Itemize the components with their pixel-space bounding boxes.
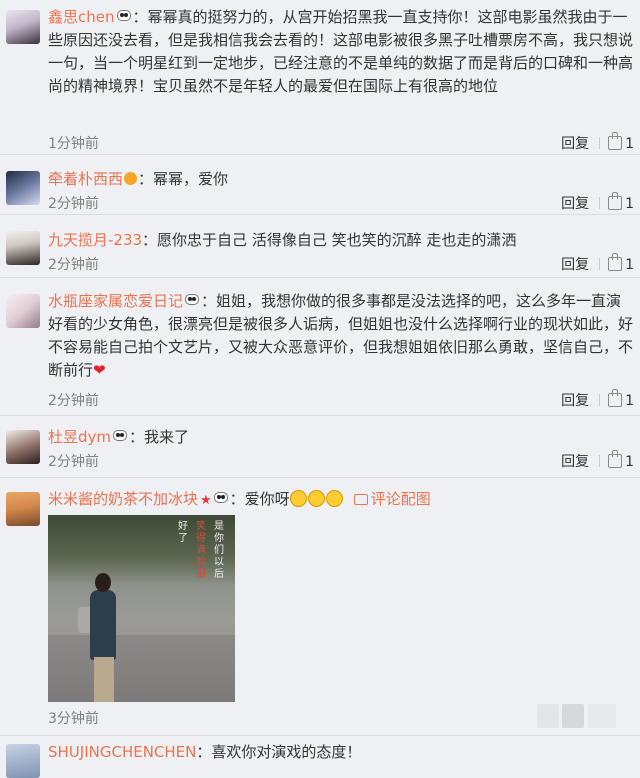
comment-image-link[interactable]: 评论配图 bbox=[353, 490, 431, 508]
image-icon bbox=[353, 494, 368, 505]
comment-text: ：我来了 bbox=[129, 428, 190, 446]
panda-emoji-icon bbox=[213, 492, 228, 503]
comment-body: 水瓶座家属恋爱日记 ：姐姐，我想你做的很多事都是没法选择的吧，这么多年一直演好看的… bbox=[48, 290, 634, 382]
action-divider bbox=[599, 394, 601, 406]
comment-time: 2分钟前 bbox=[48, 454, 99, 470]
username-link[interactable]: 九天揽月-233 bbox=[48, 231, 142, 249]
comment-text: ：爱你呀 bbox=[229, 490, 290, 508]
comment-actions: 回复 1 bbox=[561, 389, 634, 410]
username-link[interactable]: 牵着朴西西 bbox=[48, 170, 123, 188]
photo-figure bbox=[90, 590, 116, 660]
avatar[interactable] bbox=[6, 294, 40, 328]
photo-figure-legs bbox=[94, 657, 114, 702]
reply-button[interactable]: 回复 bbox=[561, 136, 589, 152]
comment-text: ：愿你忠于自己 活得像自己 笑也笑的沉醉 走也走的潇洒 bbox=[142, 231, 517, 249]
comment-time: 2分钟前 bbox=[48, 196, 99, 212]
panda-emoji-icon bbox=[116, 10, 131, 21]
like-count[interactable]: 1 bbox=[625, 136, 634, 152]
comment-body: SHUJINGCHENCHEN：喜欢你对演戏的态度！ bbox=[48, 741, 634, 764]
thumbs-up-icon[interactable] bbox=[608, 132, 623, 150]
smile-emoji-icon bbox=[289, 490, 307, 507]
comment-body: 杜昱dym ：我来了 bbox=[48, 426, 634, 449]
comment-item: 水瓶座家属恋爱日记 ：姐姐，我想你做的很多事都是没法选择的吧，这么多年一直演好看的… bbox=[0, 278, 640, 416]
like-count[interactable]: 1 bbox=[625, 196, 634, 212]
comment-body: 米米酱的奶茶不加冰块 ★ ：爱你呀 评论配图 bbox=[48, 488, 634, 512]
comment-item: SHUJINGCHENCHEN：喜欢你对演戏的态度！ bbox=[0, 736, 640, 778]
comment-item: 鑫思chen ：幂幂真的挺努力的，从宫开始招黑我一直支持你！这部电影虽然我由于一些… bbox=[0, 0, 640, 155]
comment-actions: 回复 1 bbox=[561, 192, 634, 213]
comment-time: 2分钟前 bbox=[48, 393, 99, 409]
action-divider bbox=[599, 455, 601, 467]
comment-time: 3分钟前 bbox=[48, 711, 99, 727]
smile-emoji-icon bbox=[307, 490, 325, 507]
comment-body: 鑫思chen ：幂幂真的挺努力的，从宫开始招黑我一直支持你！这部电影虽然我由于一些… bbox=[48, 6, 634, 98]
poster-text: 笑得满脸泪 bbox=[196, 521, 206, 580]
comment-actions: 回复 1 bbox=[561, 253, 634, 274]
comment-body: 牵着朴西西 ：幂幂，爱你 bbox=[48, 168, 634, 191]
thumbs-up-icon[interactable] bbox=[608, 253, 623, 271]
avatar[interactable] bbox=[6, 171, 40, 205]
avatar[interactable] bbox=[6, 492, 40, 526]
comment-time: 1分钟前 bbox=[48, 136, 99, 152]
comment-time: 2分钟前 bbox=[48, 257, 99, 273]
comment-actions: 回复 1 bbox=[561, 132, 634, 153]
panda-emoji-icon bbox=[185, 294, 200, 305]
blurred-region bbox=[588, 704, 616, 728]
avatar[interactable] bbox=[6, 231, 40, 265]
username-link[interactable]: 水瓶座家属恋爱日记 bbox=[48, 292, 183, 310]
like-count[interactable]: 1 bbox=[625, 393, 634, 409]
username-link[interactable]: SHUJINGCHENCHEN bbox=[48, 743, 196, 761]
thumbs-up-icon[interactable] bbox=[608, 192, 623, 210]
reply-button[interactable]: 回复 bbox=[561, 196, 589, 212]
photo-figure-head bbox=[95, 573, 111, 592]
action-divider bbox=[599, 258, 601, 270]
blurred-region bbox=[537, 704, 559, 728]
poster-text: 是你们以后 bbox=[214, 521, 224, 580]
panda-emoji-icon bbox=[113, 430, 128, 441]
like-count[interactable]: 1 bbox=[625, 454, 634, 470]
smile-emoji-icon bbox=[325, 490, 343, 507]
avatar[interactable] bbox=[6, 430, 40, 464]
photo-road bbox=[48, 635, 235, 702]
action-divider bbox=[599, 197, 601, 209]
like-count[interactable]: 1 bbox=[625, 257, 634, 273]
reply-button[interactable]: 回复 bbox=[561, 257, 589, 273]
vip-badge-icon bbox=[124, 172, 138, 185]
comment-list: 鑫思chen ：幂幂真的挺努力的，从宫开始招黑我一直支持你！这部电影虽然我由于一些… bbox=[0, 0, 640, 778]
comment-text: ：幂幂，爱你 bbox=[138, 170, 229, 188]
comment-item: 九天揽月-233：愿你忠于自己 活得像自己 笑也笑的沉醉 走也走的潇洒 2分钟前… bbox=[0, 215, 640, 278]
username-link[interactable]: 杜昱dym bbox=[48, 428, 111, 446]
blurred-region bbox=[562, 704, 584, 728]
username-link[interactable]: 米米酱的奶茶不加冰块 bbox=[48, 490, 198, 508]
avatar[interactable] bbox=[6, 744, 40, 778]
comment-text: ：喜欢你对演戏的态度！ bbox=[196, 743, 362, 761]
comment-actions: 回复 1 bbox=[561, 450, 634, 471]
heart-icon: ❤ bbox=[93, 361, 106, 379]
action-divider bbox=[599, 137, 601, 149]
comment-image-thumbnail[interactable]: 好了 笑得满脸泪 是你们以后 bbox=[48, 515, 235, 702]
avatar[interactable] bbox=[6, 10, 40, 44]
star-badge-icon: ★ bbox=[200, 493, 212, 508]
thumbs-up-icon[interactable] bbox=[608, 450, 623, 468]
thumbs-up-icon[interactable] bbox=[608, 389, 623, 407]
comment-item: 杜昱dym ：我来了 2分钟前 回复 1 bbox=[0, 416, 640, 478]
username-link[interactable]: 鑫思chen bbox=[48, 8, 115, 26]
comment-text: ：幂幂真的挺努力的，从宫开始招黑我一直支持你！这部电影虽然我由于一些原因还没去看… bbox=[48, 8, 634, 95]
reply-button[interactable]: 回复 bbox=[561, 454, 589, 470]
reply-button[interactable]: 回复 bbox=[561, 393, 589, 409]
poster-text: 好了 bbox=[178, 521, 188, 544]
comment-item: 牵着朴西西 ：幂幂，爱你 2分钟前 回复 1 bbox=[0, 155, 640, 215]
comment-body: 九天揽月-233：愿你忠于自己 活得像自己 笑也笑的沉醉 走也走的潇洒 bbox=[48, 229, 634, 252]
